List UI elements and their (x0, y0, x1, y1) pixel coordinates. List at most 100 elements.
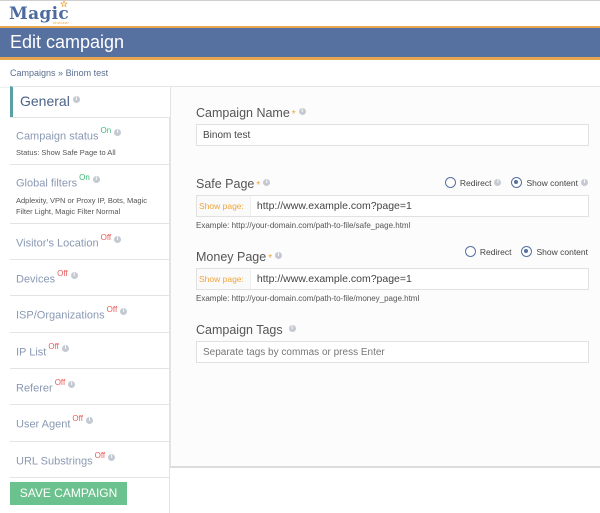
info-icon[interactable]: i (581, 179, 588, 186)
sidebar-item-label: Global filters (16, 177, 78, 190)
required-marker: * (291, 109, 296, 120)
page-header: Edit campaign (0, 26, 600, 60)
money-page-field: Money Page * i Redirect Show content Show … (196, 246, 589, 303)
tab-general[interactable]: General i (10, 86, 170, 117)
campaign-editor: General i Campaign status On i Status: Show… (10, 86, 600, 513)
radio-icon[interactable] (444, 177, 456, 188)
example-url: http://your-domain.com/path-to-file/mone… (231, 294, 420, 303)
sidebar-item-desc: Status: Show Safe Page to All (16, 148, 116, 158)
radio-icon[interactable] (511, 177, 523, 188)
status-badge: Off (57, 268, 68, 278)
example-url: http://your-domain.com/path-to-file/safe… (231, 221, 411, 230)
sidebar-item-url-substrings[interactable]: URL Substrings Off i (10, 440, 170, 477)
campaign-tags-field: Campaign Tags i (196, 323, 589, 363)
required-marker: * (268, 253, 273, 264)
sidebar-item-label: ISP/Organizations (16, 309, 105, 322)
sidebar-item-visitors-location[interactable]: Visitor's Location Off i (10, 222, 170, 259)
breadcrumb: Campaigns » Binom test (0, 60, 600, 88)
logo-subtext: checker (53, 20, 70, 25)
status-badge: Off (100, 232, 112, 242)
money-page-example: Example: http://your-domain.com/path-to-… (196, 294, 588, 303)
sidebar-item-campaign-status[interactable]: Campaign status On i Status: Show Safe Pag… (10, 117, 170, 165)
sidebar-item-devices[interactable]: Devices Off i (10, 258, 170, 296)
logo[interactable]: Magic ☆ checker (9, 0, 70, 25)
info-icon[interactable]: i (72, 96, 80, 104)
campaign-name-input[interactable] (196, 124, 589, 146)
info-icon[interactable]: i (85, 417, 93, 425)
page-title: Edit campaign (10, 32, 125, 52)
money-page-input-group: Show page: (196, 268, 589, 290)
radio-icon[interactable] (464, 246, 476, 257)
sidebar-item-label: IP List (16, 345, 47, 358)
info-icon[interactable]: i (114, 129, 122, 136)
safe-page-label-text: Safe Page (196, 177, 255, 191)
sidebar: General i Campaign status On i Status: Show… (10, 86, 170, 513)
show-page-addon: Show page: (197, 196, 251, 216)
breadcrumb-campaigns-link[interactable]: Campaigns (10, 68, 56, 78)
radio-label: Redirect (479, 246, 512, 257)
info-icon[interactable]: i (263, 178, 271, 186)
safe-page-input-group: Show page: (196, 195, 589, 217)
status-badge: Off (54, 377, 66, 387)
info-icon[interactable]: i (275, 251, 283, 259)
info-icon[interactable]: i (70, 271, 78, 279)
sidebar-item-referer[interactable]: Referer Off i (10, 367, 170, 405)
safe-page-show-content-radio[interactable]: Show content i (511, 177, 588, 188)
sidebar-item-label: URL Substrings (16, 454, 93, 467)
status-badge: Off (72, 414, 83, 424)
campaign-tags-label-text: Campaign Tags (196, 323, 283, 337)
money-page-label-text: Money Page (196, 250, 267, 264)
breadcrumb-current: Binom test (65, 68, 109, 78)
status-badge: Off (94, 450, 106, 460)
info-icon[interactable]: i (61, 344, 69, 352)
status-badge: On (100, 126, 112, 135)
breadcrumb-separator: » (58, 68, 64, 78)
tab-general-label: General (20, 93, 70, 109)
radio-label: Show content (536, 246, 588, 257)
info-icon[interactable]: i (114, 235, 122, 243)
safe-page-redirect-radio[interactable]: Redirect i (444, 177, 502, 188)
money-page-redirect-radio[interactable]: Redirect (464, 246, 512, 257)
sidebar-item-label: Referer (16, 382, 53, 395)
info-icon[interactable]: i (68, 380, 76, 388)
info-icon[interactable]: i (108, 453, 116, 461)
sidebar-item-isp-organizations[interactable]: ISP/Organizations Off i (10, 295, 170, 332)
info-icon[interactable]: i (288, 324, 296, 332)
money-page-url-input[interactable] (250, 269, 588, 289)
campaign-name-label-text: Campaign Name (196, 106, 290, 120)
sidebar-item-label: Campaign status (16, 130, 99, 143)
radio-label: Show content (526, 177, 578, 188)
example-label: Example: (196, 294, 230, 303)
sidebar-item-desc: Adplexity, VPN or Proxy IP, Bots, Magic … (16, 195, 148, 216)
general-settings-panel: Campaign Name*i Safe Page*i Redirecti Sh… (170, 86, 600, 468)
sidebar-item-label: User Agent (16, 418, 71, 431)
sidebar-item-ip-list[interactable]: IP List Off i (10, 331, 170, 368)
sidebar-item-global-filters[interactable]: Global filters On i Adplexity, VPN or Prox… (10, 164, 170, 223)
show-page-addon: Show page: (197, 269, 251, 289)
sidebar-item-label: Devices (16, 273, 56, 286)
money-page-mode-radios: Redirect Show content (455, 246, 588, 257)
sidebar-item-user-agent[interactable]: User Agent Off i (10, 404, 170, 441)
status-badge: Off (106, 305, 118, 315)
save-campaign-button[interactable]: SAVE CAMPAIGN (10, 482, 127, 505)
radio-icon[interactable] (521, 246, 533, 257)
safe-page-field: Safe Page * i Redirect i Show content i Show… (196, 177, 589, 230)
info-icon[interactable]: i (298, 107, 306, 115)
example-label: Example: (196, 221, 230, 230)
info-icon[interactable]: i (92, 176, 100, 184)
info-icon[interactable]: i (494, 179, 502, 186)
campaign-tags-label: Campaign Tags i (196, 323, 588, 341)
status-badge: Off (48, 341, 59, 351)
campaign-tags-input[interactable] (196, 341, 589, 363)
radio-label: Redirect (459, 177, 492, 188)
safe-page-mode-radios: Redirect i Show content i (435, 177, 588, 188)
safe-page-url-input[interactable] (250, 196, 588, 216)
campaign-name-field: Campaign Name * i (196, 106, 589, 146)
info-icon[interactable]: i (120, 308, 128, 316)
money-page-show-content-radio[interactable]: Show content (521, 246, 588, 257)
required-marker: * (256, 180, 261, 191)
top-bar: Magic ☆ checker (0, 0, 600, 26)
campaign-name-label: Campaign Name * i (196, 106, 588, 124)
status-badge: On (79, 173, 90, 183)
star-icon: ☆ (60, 0, 69, 10)
